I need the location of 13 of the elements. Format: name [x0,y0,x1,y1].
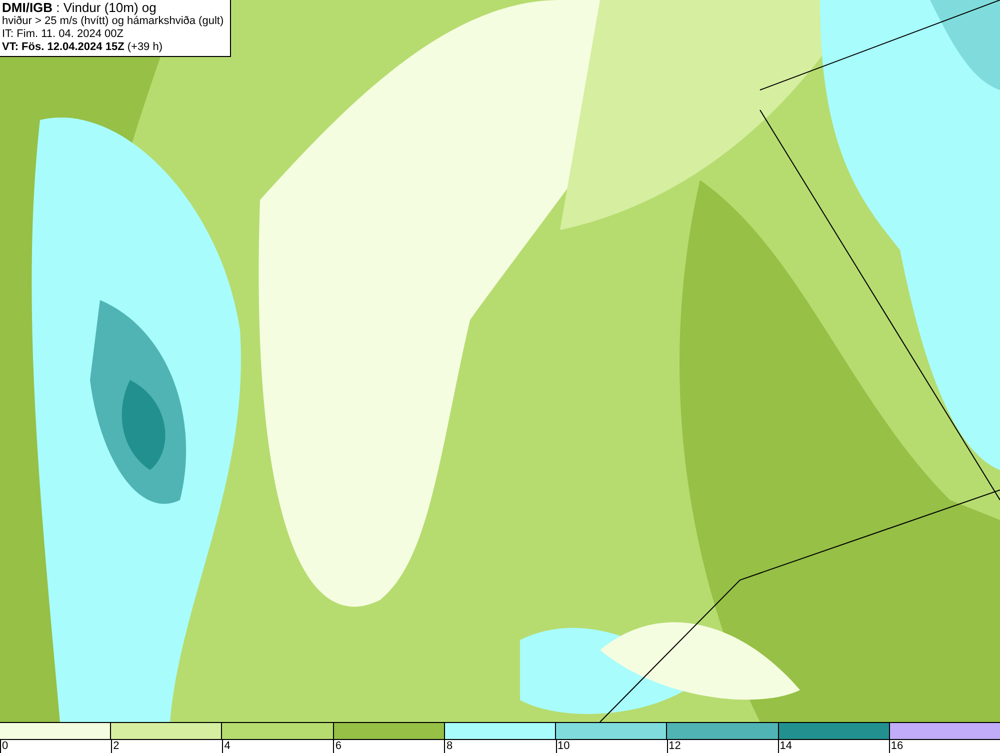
legend-label: 6 [334,740,342,753]
legend-label: 8 [445,740,453,753]
legend-label: 0 [1,740,8,753]
legend-label: 12 [668,740,681,753]
legend-label: 2 [112,740,120,753]
map-title: DMI/IGB : Vindur (10m) og [2,1,158,15]
legend-label: 4 [223,740,230,753]
map-info-line: hviður > 25 m/s (hvítt) og hámarkshviða (gult) [2,15,225,28]
legend-label: 16 [890,740,904,753]
map-info-line: VT: Fös. 12.04.2024 15Z (+39 h) [2,41,164,54]
legend-label: 10 [556,740,570,753]
map-info-line: IT: Fim. 11. 04. 2024 00Z [2,28,124,41]
legend-label: 14 [778,740,792,753]
